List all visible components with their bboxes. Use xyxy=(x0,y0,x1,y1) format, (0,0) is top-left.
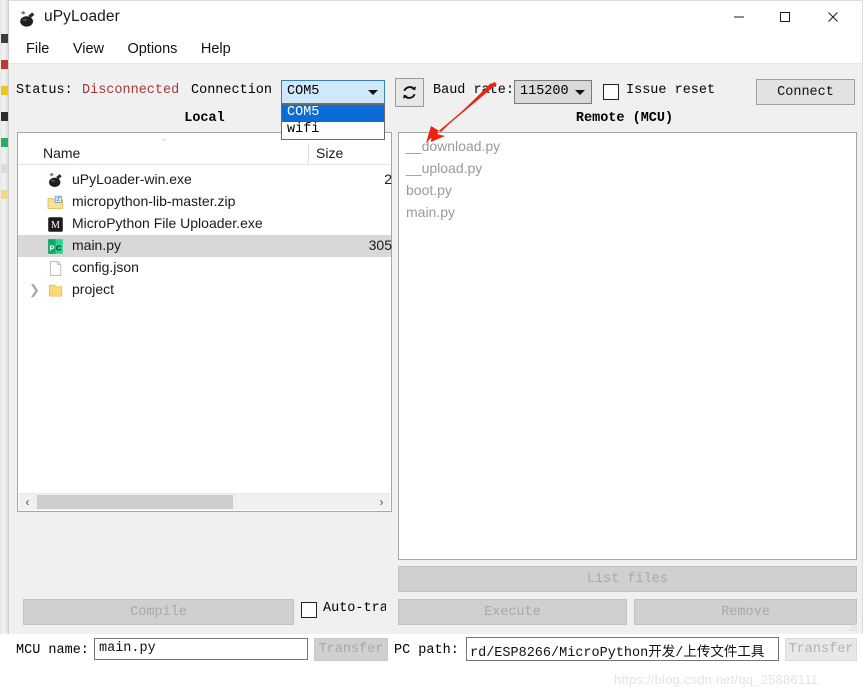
app-bomb-icon xyxy=(18,10,37,29)
menu-item-file[interactable]: File xyxy=(17,37,59,61)
connection-combobox[interactable]: COM5 xyxy=(281,80,385,104)
refresh-icon xyxy=(403,86,416,99)
file-name: uPyLoader-win.exe xyxy=(72,171,192,187)
chevron-down-icon xyxy=(368,90,378,95)
dropdown-option-com5[interactable]: COM5 xyxy=(282,105,384,122)
svg-text:P: P xyxy=(49,243,54,252)
connection-combobox-value: COM5 xyxy=(287,84,320,99)
scroll-right-arrow-icon[interactable]: › xyxy=(373,494,390,510)
watermark-text: https://blog.csdn.net/qq_25886111 xyxy=(614,672,819,687)
table-row[interactable]: config.json xyxy=(18,257,391,279)
column-divider xyxy=(308,144,309,163)
list-item[interactable]: boot.py xyxy=(406,182,452,204)
table-row[interactable]: Z micropython-lib-master.zip xyxy=(18,191,391,213)
bg-icon-4 xyxy=(1,112,8,121)
column-header-size[interactable]: Size xyxy=(316,145,343,161)
table-row[interactable]: P C main.py 305 xyxy=(18,235,392,257)
file-name: config.json xyxy=(72,259,139,275)
baud-rate-label: Baud rate: xyxy=(433,83,515,98)
file-name: main.py xyxy=(72,237,122,253)
menu-item-view[interactable]: View xyxy=(64,37,114,61)
folder-icon xyxy=(47,282,64,299)
connection-dropdown-popup[interactable]: COM5 wifi xyxy=(281,104,385,140)
list-item[interactable]: __upload.py xyxy=(406,160,482,182)
local-file-list[interactable]: ⌄ Name Size uPyLoader-win.exe 2 Z microp… xyxy=(17,132,392,512)
table-row[interactable]: M MicroPython File Uploader.exe xyxy=(18,213,391,235)
pc-path-input[interactable]: rd/ESP8266/MicroPython开发/上传文件工具 xyxy=(466,637,779,661)
file-name: MicroPython File Uploader.exe xyxy=(72,215,263,231)
list-files-button[interactable]: List files xyxy=(398,566,857,592)
mcu-name-value: main.py xyxy=(99,641,156,656)
resize-grip-icon[interactable] xyxy=(847,620,859,632)
upyloader-window: uPyLoader File View Options Help Status:… xyxy=(9,0,863,687)
svg-text:C: C xyxy=(56,243,62,252)
chevron-down-icon xyxy=(575,90,585,95)
sort-indicator-icon: ⌄ xyxy=(159,132,169,144)
scroll-left-arrow-icon[interactable]: ‹ xyxy=(19,494,36,510)
issue-reset-checkbox[interactable] xyxy=(603,84,619,100)
remote-file-list[interactable]: __download.py __upload.py boot.py main.p… xyxy=(398,132,857,560)
exe-bomb-icon xyxy=(47,172,64,189)
bg-icon-6 xyxy=(1,164,8,173)
local-list-horizontal-scrollbar[interactable]: ‹ › xyxy=(19,493,390,510)
pc-path-label: PC path: xyxy=(394,643,459,658)
scrollbar-thumb[interactable] xyxy=(37,495,233,509)
mcu-name-input[interactable]: main.py xyxy=(94,638,308,660)
bg-icon-3 xyxy=(1,86,8,95)
svg-text:M: M xyxy=(51,220,60,231)
baud-rate-value: 115200 xyxy=(520,84,569,99)
dropdown-option-wifi[interactable]: wifi xyxy=(282,122,384,139)
list-item[interactable]: main.py xyxy=(406,204,455,226)
file-size: 2 xyxy=(384,171,392,187)
bg-icon-5 xyxy=(1,138,8,147)
minimize-button[interactable] xyxy=(716,1,762,32)
file-name: micropython-lib-master.zip xyxy=(72,193,236,209)
table-row[interactable]: uPyLoader-win.exe 2 xyxy=(18,169,392,191)
pc-path-value: rd/ESP8266/MicroPython开发/上传文件工具 xyxy=(470,646,765,661)
background-desktop-sliver xyxy=(0,0,9,634)
close-button[interactable] xyxy=(810,1,856,32)
chevron-right-icon[interactable]: ❯ xyxy=(29,283,40,297)
menu-item-help[interactable]: Help xyxy=(192,37,241,61)
client-area: Status: Disconnected Connection COM5 COM… xyxy=(9,63,862,687)
mcu-name-label: MCU name: xyxy=(16,643,89,658)
connect-button[interactable]: Connect xyxy=(756,79,855,105)
compile-button[interactable]: Compile xyxy=(23,599,294,625)
title-bar: uPyLoader xyxy=(9,1,862,37)
baud-rate-combobox[interactable]: 115200 xyxy=(514,80,592,104)
local-list-column-header[interactable]: Name Size xyxy=(18,142,391,165)
status-value: Disconnected xyxy=(82,83,180,98)
remote-panel-header: Remote (MCU) xyxy=(575,111,674,126)
auto-transfer-checkbox[interactable] xyxy=(301,602,317,618)
maximize-button[interactable] xyxy=(762,1,808,32)
execute-button[interactable]: Execute xyxy=(398,599,627,625)
menu-bar: File View Options Help xyxy=(9,37,862,63)
column-header-name[interactable]: Name xyxy=(43,145,80,161)
remove-button[interactable]: Remove xyxy=(634,599,857,625)
menu-item-options[interactable]: Options xyxy=(118,37,187,61)
table-row[interactable]: ❯ project xyxy=(18,279,391,301)
refresh-button[interactable] xyxy=(395,78,424,107)
issue-reset-label: Issue reset xyxy=(626,83,716,98)
auto-transfer-label: Auto-transfer xyxy=(323,601,386,616)
list-item[interactable]: __download.py xyxy=(406,138,500,160)
bg-icon-1 xyxy=(1,34,8,43)
mcu-transfer-button[interactable]: Transfer xyxy=(314,638,388,661)
window-title: uPyLoader xyxy=(44,8,120,25)
uploader-app-icon: M xyxy=(47,216,64,233)
bg-icon-2 xyxy=(1,60,8,69)
file-size: 305 xyxy=(368,237,392,253)
pycharm-file-icon: P C xyxy=(47,238,64,255)
pc-transfer-button[interactable]: Transfer xyxy=(785,638,857,661)
blank-document-icon xyxy=(47,260,64,277)
connection-label: Connection xyxy=(191,83,273,98)
bg-icon-7 xyxy=(1,190,8,199)
status-label: Status: xyxy=(16,83,73,98)
zip-folder-icon: Z xyxy=(47,194,64,211)
file-name: project xyxy=(72,281,115,297)
